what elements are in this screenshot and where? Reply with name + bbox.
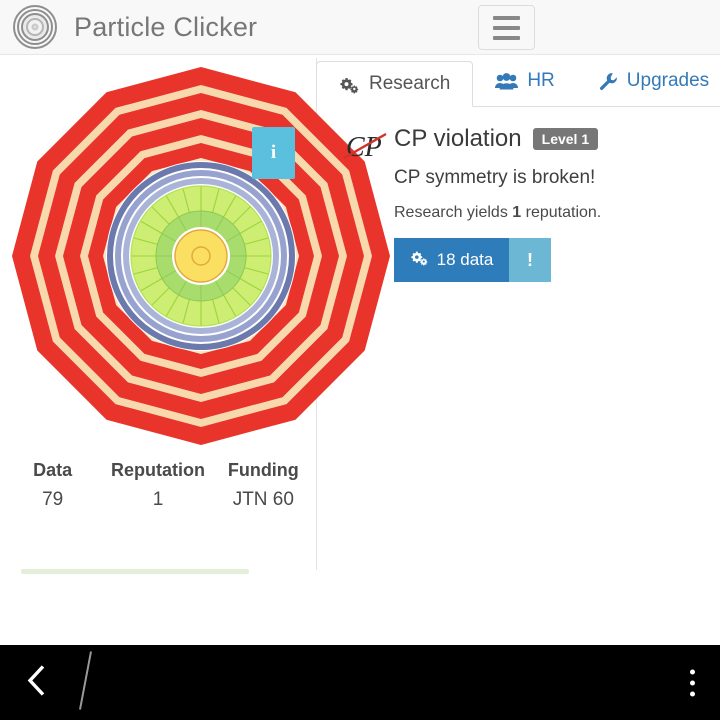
wrench-icon (599, 72, 618, 91)
stat-funding: Funding JTN 60 (211, 460, 316, 511)
research-description: CP symmetry is broken! (394, 167, 596, 188)
yield-prefix: Research yields (394, 204, 513, 221)
home-slash-icon[interactable] (78, 649, 94, 716)
hamburger-icon[interactable] (478, 5, 535, 50)
back-chevron-icon[interactable] (26, 663, 48, 702)
users-icon (495, 72, 519, 90)
stats-row: Data 79 Reputation 1 Funding JTN 60 (0, 460, 316, 511)
stat-reputation: Reputation 1 (105, 460, 210, 511)
tab-bar: Research HR Upgrades (316, 55, 720, 107)
gears-icon (410, 249, 429, 271)
yield-value: 1 (512, 204, 522, 221)
stat-data: Data 79 (0, 460, 105, 511)
cp-violation-icon: CP (342, 129, 396, 169)
buy-research-button[interactable]: 18 data (394, 238, 509, 282)
progress-bar (21, 569, 249, 574)
info-icon: i (270, 142, 277, 163)
info-button[interactable]: i (252, 127, 295, 179)
app-root: Particle Clicker i Data 79 Reputation 1 … (0, 0, 720, 720)
stat-label: Reputation (110, 460, 205, 480)
brand[interactable]: Particle Clicker (0, 4, 257, 50)
research-warning-button[interactable]: ! (509, 238, 551, 282)
research-list: CP CP violation Level 1 CP symmetry is b… (316, 107, 720, 307)
tab-label: Upgrades (626, 70, 710, 91)
level-badge: Level 1 (532, 128, 599, 150)
detector-rings-logo-icon (12, 4, 58, 50)
research-title: CP violation (394, 125, 522, 152)
stat-label: Data (33, 460, 73, 480)
stat-label: Funding (227, 460, 299, 480)
overflow-menu-icon[interactable] (690, 669, 695, 696)
research-yield: Research yields 1 reputation. (394, 204, 708, 222)
research-button-group: 18 data ! (394, 238, 551, 282)
exclamation-icon: ! (527, 249, 533, 270)
yield-suffix: reputation. (521, 204, 602, 221)
tab-research[interactable]: Research (316, 61, 474, 107)
progress-bar-fill (21, 569, 249, 574)
stat-value: JTN 60 (232, 489, 294, 510)
tab-upgrades[interactable]: Upgrades (577, 55, 720, 107)
stat-value: 1 (152, 489, 164, 510)
buy-button-label: 18 data (436, 250, 494, 269)
tab-hr[interactable]: HR (473, 55, 576, 107)
page-title: Particle Clicker (74, 11, 258, 42)
research-item-cp-violation: CP CP violation Level 1 CP symmetry is b… (316, 107, 720, 282)
tab-label: Research (369, 73, 451, 94)
app-header: Particle Clicker (0, 0, 720, 55)
tab-label: HR (527, 70, 555, 91)
gears-icon (339, 75, 360, 94)
system-navigation-bar (0, 645, 720, 720)
detector-panel: i Data 79 Reputation 1 Funding JTN 60 (0, 55, 390, 575)
stat-value: 79 (42, 489, 64, 510)
